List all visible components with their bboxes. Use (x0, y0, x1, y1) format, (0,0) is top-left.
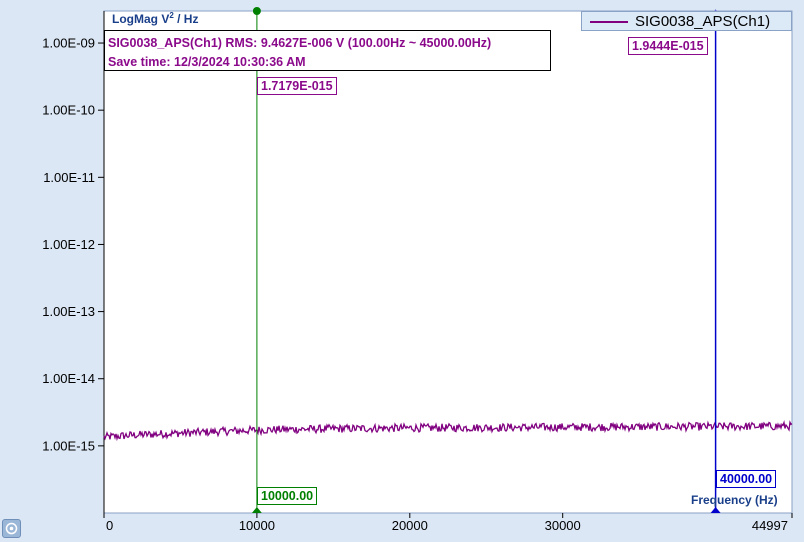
y-tick-label: 1.00E-11 (43, 170, 95, 185)
legend-series-label: SIG0038_APS(Ch1) (635, 13, 771, 30)
y-axis-label: LogMag V2 / Hz (112, 11, 198, 26)
y-tick-label: 1.00E-15 (42, 438, 95, 453)
info-save-time-line: Save time: 12/3/2024 10:30:36 AM (108, 55, 306, 69)
cursor-1-frequency-label: 10000.00 (257, 487, 318, 505)
y-tick-label: 1.00E-09 (42, 36, 95, 51)
legend[interactable]: SIG0038_APS(Ch1) (581, 11, 792, 31)
legend-swatch (590, 21, 628, 23)
y-axis-label-unit: / Hz (173, 12, 199, 26)
cursor-1-top-handle[interactable] (252, 7, 261, 15)
cursor-2-frequency-label: 40000.00 (716, 470, 777, 488)
cursor-2-value-label: 1.9444E-015 (628, 37, 708, 55)
info-annotation-box[interactable]: SIG0038_APS(Ch1) RMS: 9.4627E-006 V (100… (104, 30, 551, 71)
x-tick-label: 30000 (545, 518, 581, 533)
settings-glyph (5, 522, 18, 535)
info-rms-line: SIG0038_APS(Ch1) RMS: 9.4627E-006 V (100… (108, 36, 492, 50)
y-tick-label: 1.00E-10 (42, 103, 95, 118)
x-tick-label: 44997 (752, 518, 788, 533)
cursor-1-value-label: 1.7179E-015 (257, 77, 337, 95)
x-tick-label: 20000 (392, 518, 428, 533)
y-tick-label: 1.00E-13 (42, 304, 95, 319)
chart-svg[interactable]: 1.00E-09 1.00E-10 1.00E-11 1.00E-12 1.00E-13… (0, 0, 804, 541)
x-axis-label: Frequency (Hz) (691, 493, 778, 507)
y-tick-label: 1.00E-12 (42, 237, 95, 252)
x-axis-ticks: 0 10000 20000 30000 44997 (103, 513, 793, 533)
plot-area[interactable] (103, 10, 793, 514)
chart-settings-icon[interactable] (2, 519, 21, 538)
y-tick-label: 1.00E-14 (42, 371, 95, 386)
x-tick-label: 0 (106, 518, 113, 533)
y-axis-ticks: 1.00E-09 1.00E-10 1.00E-11 1.00E-12 1.00E-13… (42, 36, 104, 453)
x-tick-label: 10000 (239, 518, 275, 533)
y-axis-label-text: LogMag V (112, 12, 170, 26)
